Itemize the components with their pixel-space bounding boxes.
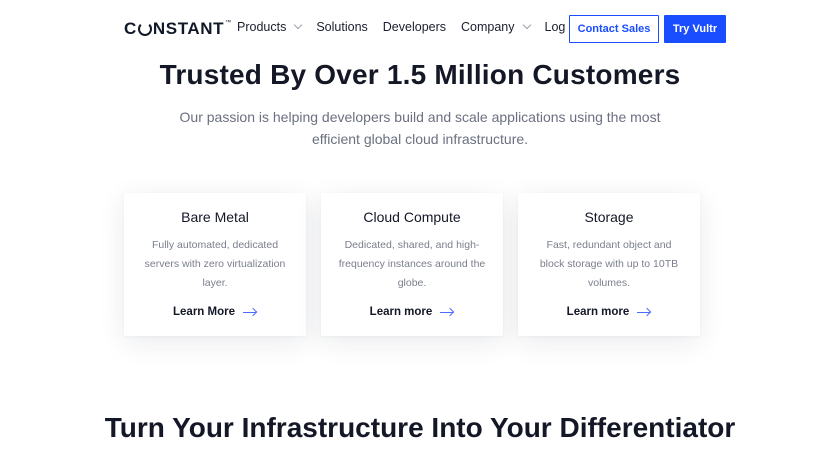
nav-company-label: Company (461, 20, 515, 34)
hero-subtitle: Our passion is helping developers build … (179, 109, 661, 147)
hero-title: Trusted By Over 1.5 Million Customers (159, 59, 681, 90)
card-title: Cloud Compute (363, 209, 461, 225)
arrow-right-icon (440, 308, 454, 316)
chevron-down-icon (522, 20, 531, 30)
nav-developers[interactable]: Developers (383, 20, 446, 34)
contact-sales-button[interactable]: Contact Sales (569, 15, 659, 43)
try-vultr-button[interactable]: Try Vultr (664, 15, 726, 43)
card-cloud-compute: Cloud Compute Dedicated, shared, and hig… (321, 193, 503, 336)
product-cards: Bare Metal Fully automated, dedicated se… (124, 193, 700, 336)
card-bare-metal: Bare Metal Fully automated, dedicated se… (124, 193, 306, 336)
card-description: Fully automated, dedicated servers with … (144, 239, 286, 289)
nav-links: Products Solutions Developers Company Lo… (237, 20, 594, 34)
nav-solutions-label: Solutions (316, 20, 368, 34)
logo-trademark: ™ (225, 20, 232, 26)
nav-products[interactable]: Products (237, 20, 303, 34)
nav-developers-label: Developers (382, 20, 447, 34)
arrow-right-icon (637, 308, 651, 316)
logo-prefix: C (124, 19, 137, 38)
learn-more-link[interactable]: Learn more (321, 306, 503, 318)
chevron-down-icon (294, 20, 303, 30)
logo-o-ring-icon (137, 22, 152, 36)
nav-solutions[interactable]: Solutions (316, 20, 367, 34)
arrow-right-icon (243, 308, 257, 316)
card-description: Dedicated, shared, and high-frequency in… (338, 239, 486, 289)
nav-products-label: Products (237, 20, 287, 34)
learn-more-label: Learn more (369, 306, 433, 318)
card-storage: Storage Fast, redundant object and block… (518, 193, 700, 336)
learn-more-label: Learn More (173, 306, 235, 318)
card-title: Storage (584, 209, 634, 225)
card-title: Bare Metal (181, 209, 249, 225)
learn-more-link[interactable]: Learn More (124, 306, 306, 318)
top-navigation: C NSTANT ™ Products Solutions Developers… (0, 0, 840, 58)
learn-more-link[interactable]: Learn more (518, 306, 700, 318)
nav-company[interactable]: Company (461, 20, 531, 34)
learn-more-label: Learn more (566, 306, 630, 318)
logo-suffix: NSTANT (152, 19, 225, 38)
card-description: Fast, redundant object and block storage… (539, 239, 679, 289)
constant-logo[interactable]: C NSTANT ™ (124, 19, 232, 39)
section-title: Turn Your Infrastructure Into Your Diffe… (104, 412, 736, 443)
